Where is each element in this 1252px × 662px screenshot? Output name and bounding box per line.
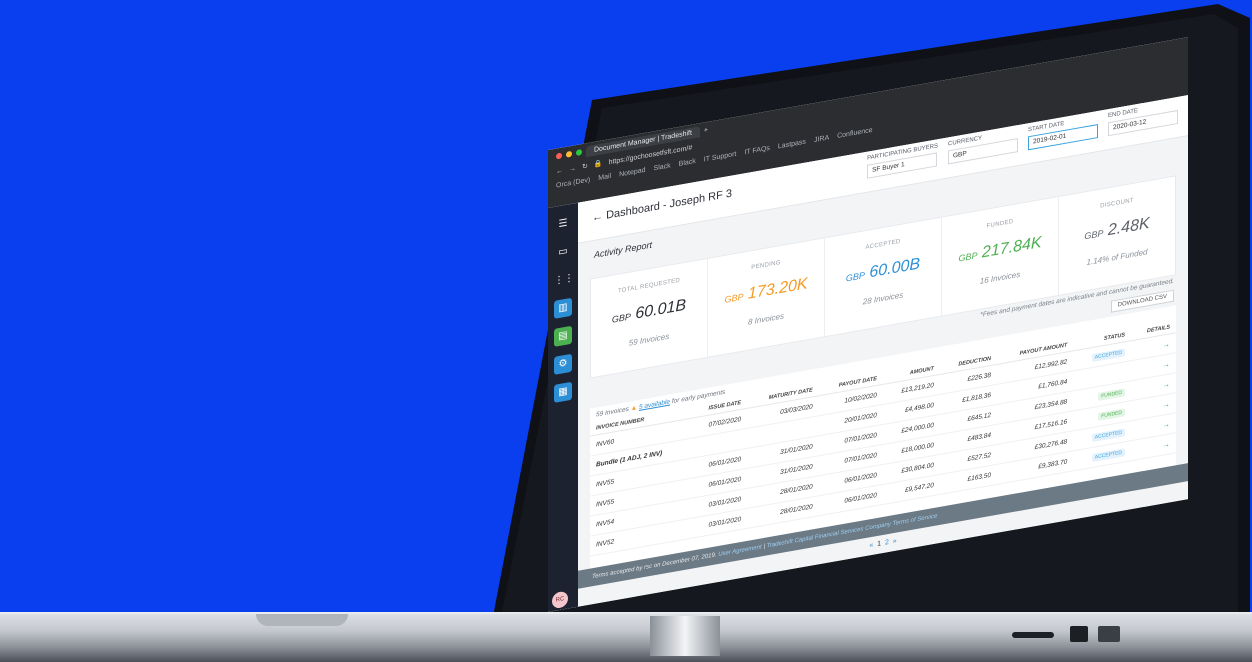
card-amount: 2.48K	[1107, 214, 1150, 240]
card-value: GBP 2.48K	[1059, 210, 1175, 248]
details-arrow-icon[interactable]: →	[1162, 439, 1170, 449]
laptop-base	[0, 612, 1252, 662]
card-value: GBP 60.01B	[591, 293, 707, 331]
card-currency: GBP	[958, 250, 978, 264]
apps-grid-icon[interactable]: ⋮⋮	[554, 270, 574, 291]
status-badge: ACCEPTED	[1091, 427, 1126, 442]
card-value: GBP 60.00B	[825, 252, 941, 290]
card-value: GBP 217.84K	[942, 231, 1058, 269]
summary-card: TOTAL REQUESTED GBP 60.01B 59 Invoices	[591, 258, 708, 378]
details-arrow-icon[interactable]: →	[1162, 359, 1170, 369]
new-tab-icon[interactable]: +	[704, 126, 708, 134]
bookmark-item[interactable]: IT Support	[704, 150, 737, 163]
card-value: GBP 173.20K	[708, 272, 824, 310]
document-icon[interactable]: ▭	[554, 242, 572, 263]
card-count: 16 Invoices	[979, 269, 1021, 286]
details-arrow-icon[interactable]: →	[1162, 399, 1170, 409]
card-count: 28 Invoices	[862, 290, 904, 307]
invoices-icon[interactable]: ▤	[554, 325, 572, 347]
hinge	[650, 616, 720, 656]
warning-icon: ▲	[630, 404, 638, 413]
side-rail: ☰ ▭ ⋮⋮ ▥ ▤ ⚙ ▦ RC	[548, 202, 578, 612]
trackpad-notch	[256, 614, 348, 626]
card-amount: 60.01B	[635, 296, 687, 323]
bookmark-item[interactable]: Lastpass	[778, 138, 806, 150]
status-badge: ACCEPTED	[1091, 447, 1126, 462]
card-count: 8 Invoices	[747, 311, 785, 327]
available-link[interactable]: 5 available	[639, 398, 670, 410]
port	[1098, 626, 1120, 642]
reports-icon[interactable]: ▦	[554, 381, 572, 403]
summary-card: FUNDED GBP 217.84K 16 Invoices	[942, 196, 1059, 316]
summary-card: DISCOUNT GBP 2.48K 1.14% of Funded	[1059, 176, 1175, 294]
avatar[interactable]: RC	[552, 590, 568, 610]
back-icon[interactable]: ←	[556, 167, 563, 175]
bookmark-item[interactable]: Mail	[598, 172, 611, 181]
status-badge: FUNDED	[1098, 387, 1126, 401]
lock-icon: 🔒	[593, 160, 603, 169]
user-agreement-link[interactable]: User Agreement	[718, 544, 761, 558]
bookmark-item[interactable]: Orca (Dev)	[556, 176, 590, 189]
dashboard-icon[interactable]: ▥	[554, 297, 572, 319]
card-currency: GBP	[845, 270, 865, 284]
card-count: 59 Invoices	[628, 331, 670, 348]
details-arrow-icon[interactable]: →	[1162, 339, 1170, 349]
prev-page-button[interactable]: «	[869, 542, 873, 550]
card-amount: 173.20K	[747, 275, 808, 303]
back-arrow-icon[interactable]: ←	[592, 210, 603, 224]
summary-card: PENDING GBP 173.20K 8 Invoices	[708, 238, 825, 357]
bookmark-item[interactable]: JIRA	[814, 134, 829, 144]
card-currency: GBP	[1084, 228, 1104, 242]
bookmark-item[interactable]: Notepad	[619, 166, 645, 178]
status-badge: FUNDED	[1098, 407, 1126, 421]
status-badge: ACCEPTED	[1091, 347, 1126, 362]
port	[1070, 626, 1088, 642]
bookmark-item[interactable]: Confluence	[837, 126, 872, 139]
details-arrow-icon[interactable]: →	[1162, 379, 1170, 389]
port	[1012, 632, 1054, 638]
settings-icon[interactable]: ⚙	[554, 353, 572, 375]
card-amount: 60.00B	[869, 255, 921, 282]
card-currency: GBP	[724, 291, 744, 305]
menu-icon[interactable]: ☰	[554, 214, 572, 235]
page-1-button[interactable]: 1	[877, 540, 881, 548]
next-page-button[interactable]: »	[893, 538, 897, 546]
forward-icon[interactable]: →	[569, 165, 576, 173]
bookmark-item[interactable]: Black	[679, 157, 696, 167]
details-arrow-icon[interactable]: →	[1162, 419, 1170, 429]
bookmark-item[interactable]: IT FAQs	[744, 144, 770, 156]
maximize-window-icon[interactable]	[576, 149, 582, 157]
card-currency: GBP	[611, 311, 631, 325]
close-window-icon[interactable]	[556, 152, 562, 160]
minimize-window-icon[interactable]	[566, 150, 572, 158]
reload-icon[interactable]: ↻	[582, 162, 588, 171]
summary-card: ACCEPTED GBP 60.00B 28 Invoices	[825, 217, 942, 337]
page-2-button[interactable]: 2	[885, 539, 889, 547]
bookmark-item[interactable]: Slack	[654, 162, 671, 172]
card-count: 1.14% of Funded	[1086, 247, 1148, 268]
card-amount: 217.84K	[981, 233, 1042, 262]
